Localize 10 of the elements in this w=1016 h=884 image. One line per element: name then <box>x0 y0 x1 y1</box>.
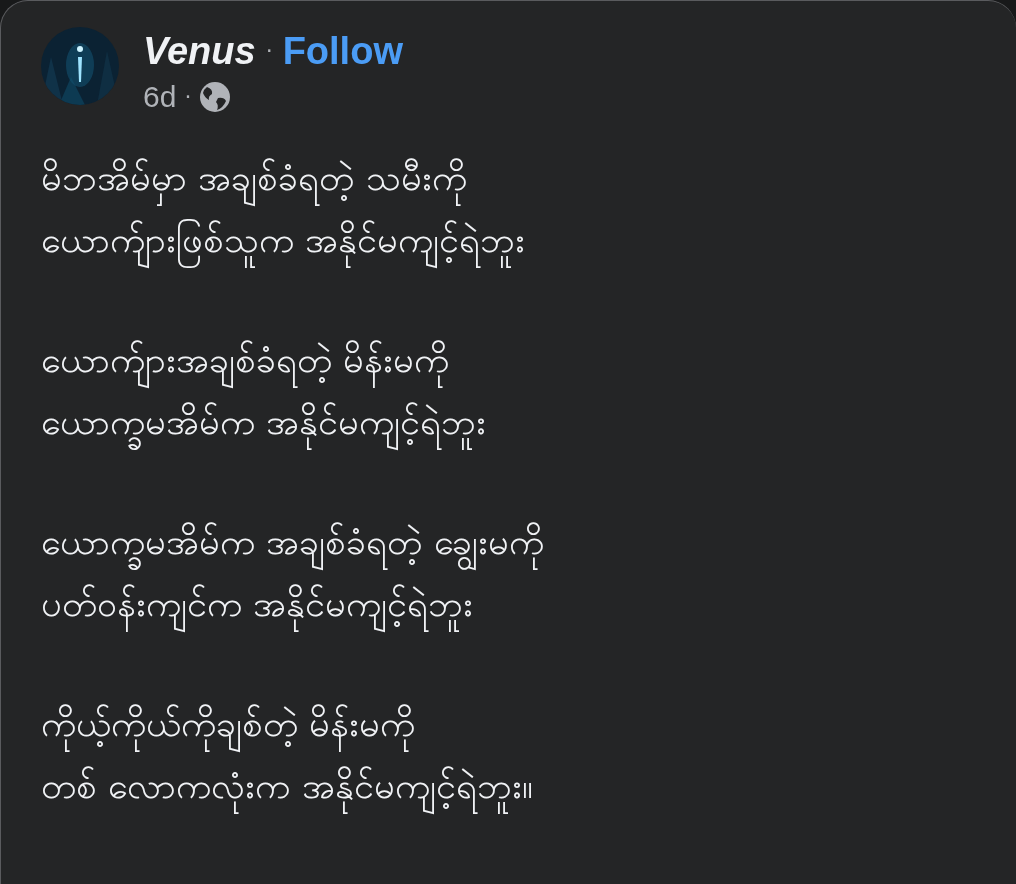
follow-link[interactable]: Follow <box>282 27 403 75</box>
author-name[interactable]: Venus <box>143 27 256 75</box>
globe-icon <box>199 81 232 113</box>
post-paragraph: ကိုယ့်ကိုယ်ကိုချစ်တဲ့ မိန်းမကို တစ် လောကလုံးက အနိုင်မကျင့်ရဲဘူး။ <box>41 693 1016 817</box>
separator-dot: · <box>265 37 273 65</box>
post-paragraph: ယောက်ျားအချစ်ခံရတဲ့ မိန်းမကို ယောက္ခမအိမ်က အနိုင်မကျင့်ရဲဘူး <box>41 329 1016 453</box>
post-paragraph: ယောက္ခမအိမ်က အချစ်ခံရတဲ့ ချွေးမကို ပတ်ဝန်းကျင်က အနိုင်မကျင့်ရဲဘူး <box>41 511 1016 635</box>
post-paragraph: မိဘအိမ်မှာ အချစ်ခံရတဲ့ သမီးကို ယောက်ျားဖြစ်သူက အနိုင်မကျင့်ရဲဘူး <box>41 147 1016 271</box>
post-time[interactable]: 6d <box>143 77 177 117</box>
separator-dot: · <box>184 83 192 111</box>
